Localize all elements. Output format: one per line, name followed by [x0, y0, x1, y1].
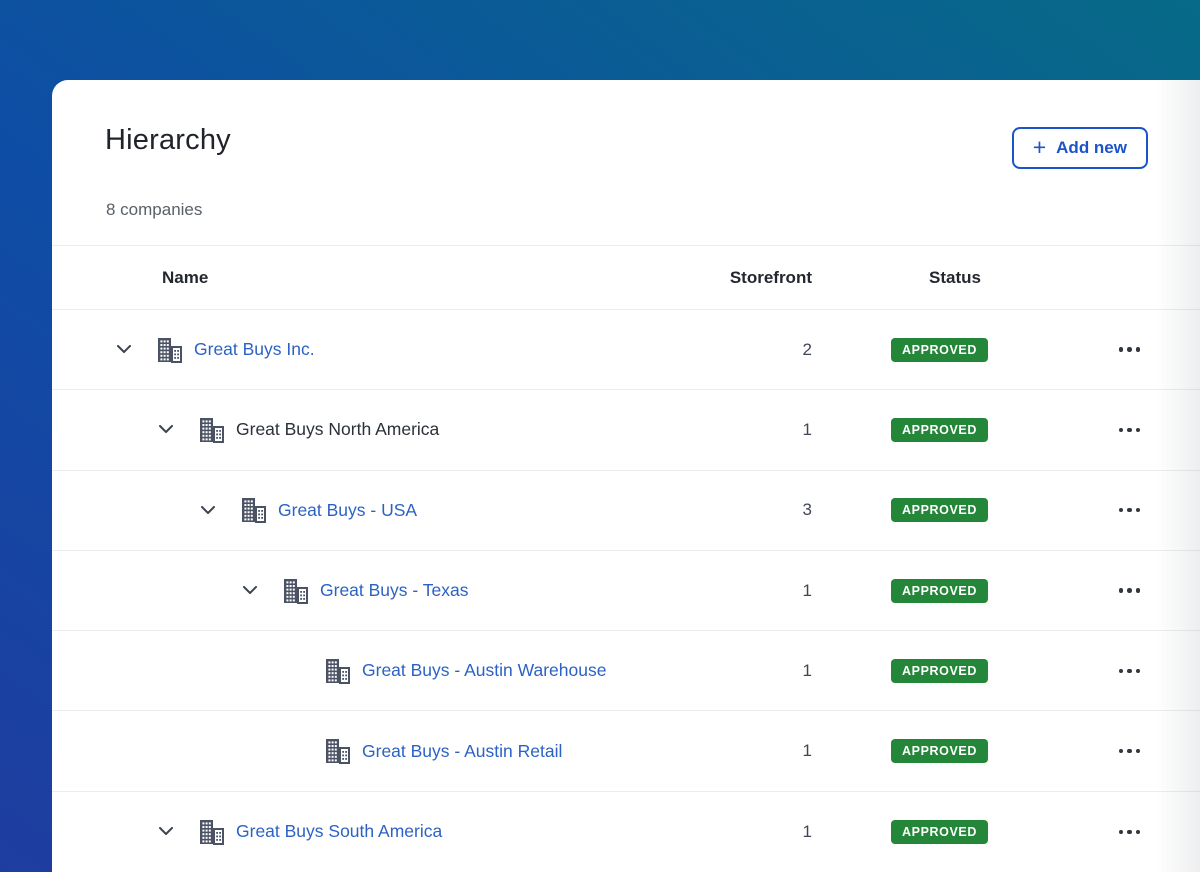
status-cell: APPROVED: [812, 739, 1076, 763]
company-name-link[interactable]: Great Buys - USA: [278, 500, 417, 521]
overflow-menu-button[interactable]: [1117, 822, 1143, 843]
column-header-name: Name: [52, 268, 692, 288]
name-cell: Great Buys North America: [52, 417, 692, 443]
name-cell: Great Buys - Texas: [52, 578, 692, 604]
indent-spacer: [113, 510, 197, 511]
storefront-count: 1: [692, 581, 812, 601]
building-icon: [155, 337, 183, 363]
table-row: Great Buys - Austin Warehouse 1 APPROVED: [52, 631, 1200, 711]
overflow-menu-button[interactable]: [1117, 661, 1143, 682]
overflow-menu-button[interactable]: [1117, 420, 1143, 441]
table-row: Great Buys - Texas 1 APPROVED: [52, 551, 1200, 631]
storefront-count: 3: [692, 500, 812, 520]
column-header-status: Status: [812, 268, 1076, 288]
add-new-label: Add new: [1056, 138, 1127, 158]
name-cell: Great Buys - Austin Retail: [52, 738, 692, 764]
table-row: Great Buys - USA 3 APPROVED: [52, 471, 1200, 551]
add-new-button[interactable]: + Add new: [1012, 127, 1148, 169]
status-badge: APPROVED: [891, 659, 988, 683]
actions-cell: [1076, 580, 1148, 601]
hierarchy-card: Hierarchy 8 companies + Add new Name Sto…: [52, 80, 1200, 872]
plus-icon: +: [1033, 136, 1046, 159]
building-icon: [197, 417, 225, 443]
company-name-link[interactable]: Great Buys South America: [236, 821, 442, 842]
actions-cell: [1076, 339, 1148, 360]
indent-spacer: [113, 831, 155, 832]
column-header-storefront: Storefront: [692, 268, 812, 288]
chevron-down-icon[interactable]: [155, 425, 177, 434]
status-cell: APPROVED: [812, 498, 1076, 522]
indent-spacer: [113, 590, 239, 591]
actions-cell: [1076, 420, 1148, 441]
building-icon: [323, 658, 351, 684]
indent-spacer: [113, 670, 281, 671]
table-row: Great Buys - Austin Retail 1 APPROVED: [52, 711, 1200, 791]
company-name-link[interactable]: Great Buys - Texas: [320, 580, 469, 601]
status-badge: APPROVED: [891, 820, 988, 844]
table-body: Great Buys Inc. 2 APPROVED: [52, 310, 1200, 872]
status-cell: APPROVED: [812, 820, 1076, 844]
company-name-link[interactable]: Great Buys - Austin Warehouse: [362, 660, 606, 681]
chevron-down-icon[interactable]: [197, 506, 219, 515]
status-cell: APPROVED: [812, 659, 1076, 683]
status-badge: APPROVED: [891, 418, 988, 442]
name-cell: Great Buys Inc.: [52, 337, 692, 363]
company-name-link[interactable]: Great Buys Inc.: [194, 339, 315, 360]
actions-cell: [1076, 822, 1148, 843]
status-badge: APPROVED: [891, 338, 988, 362]
status-cell: APPROVED: [812, 418, 1076, 442]
actions-cell: [1076, 500, 1148, 521]
building-icon: [323, 738, 351, 764]
table-row: Great Buys North America 1 APPROVED: [52, 390, 1200, 470]
status-cell: APPROVED: [812, 579, 1076, 603]
name-cell: Great Buys - Austin Warehouse: [52, 658, 692, 684]
indent-spacer: [113, 751, 281, 752]
page-title: Hierarchy: [105, 124, 231, 157]
actions-cell: [1076, 741, 1148, 762]
status-cell: APPROVED: [812, 338, 1076, 362]
card-header: Hierarchy 8 companies + Add new: [52, 80, 1200, 245]
chevron-down-icon[interactable]: [113, 345, 135, 354]
storefront-count: 1: [692, 822, 812, 842]
building-icon: [239, 497, 267, 523]
name-cell: Great Buys South America: [52, 819, 692, 845]
company-name-link[interactable]: Great Buys - Austin Retail: [362, 741, 562, 762]
chevron-down-icon[interactable]: [239, 586, 261, 595]
actions-cell: [1076, 661, 1148, 682]
building-icon: [281, 578, 309, 604]
overflow-menu-button[interactable]: [1117, 339, 1143, 360]
building-icon: [197, 819, 225, 845]
name-cell: Great Buys - USA: [52, 497, 692, 523]
overflow-menu-button[interactable]: [1117, 741, 1143, 762]
storefront-count: 1: [692, 741, 812, 761]
company-name-link[interactable]: Great Buys North America: [236, 419, 439, 440]
storefront-count: 1: [692, 420, 812, 440]
overflow-menu-button[interactable]: [1117, 500, 1143, 521]
overflow-menu-button[interactable]: [1117, 580, 1143, 601]
status-badge: APPROVED: [891, 739, 988, 763]
storefront-count: 2: [692, 340, 812, 360]
indent-spacer: [113, 429, 155, 430]
companies-count: 8 companies: [106, 200, 202, 220]
table-row: Great Buys South America 1 APPROVED: [52, 792, 1200, 872]
chevron-down-icon[interactable]: [155, 827, 177, 836]
storefront-count: 1: [692, 661, 812, 681]
table-row: Great Buys Inc. 2 APPROVED: [52, 310, 1200, 390]
status-badge: APPROVED: [891, 579, 988, 603]
table-header-row: Name Storefront Status: [52, 245, 1200, 310]
status-badge: APPROVED: [891, 498, 988, 522]
